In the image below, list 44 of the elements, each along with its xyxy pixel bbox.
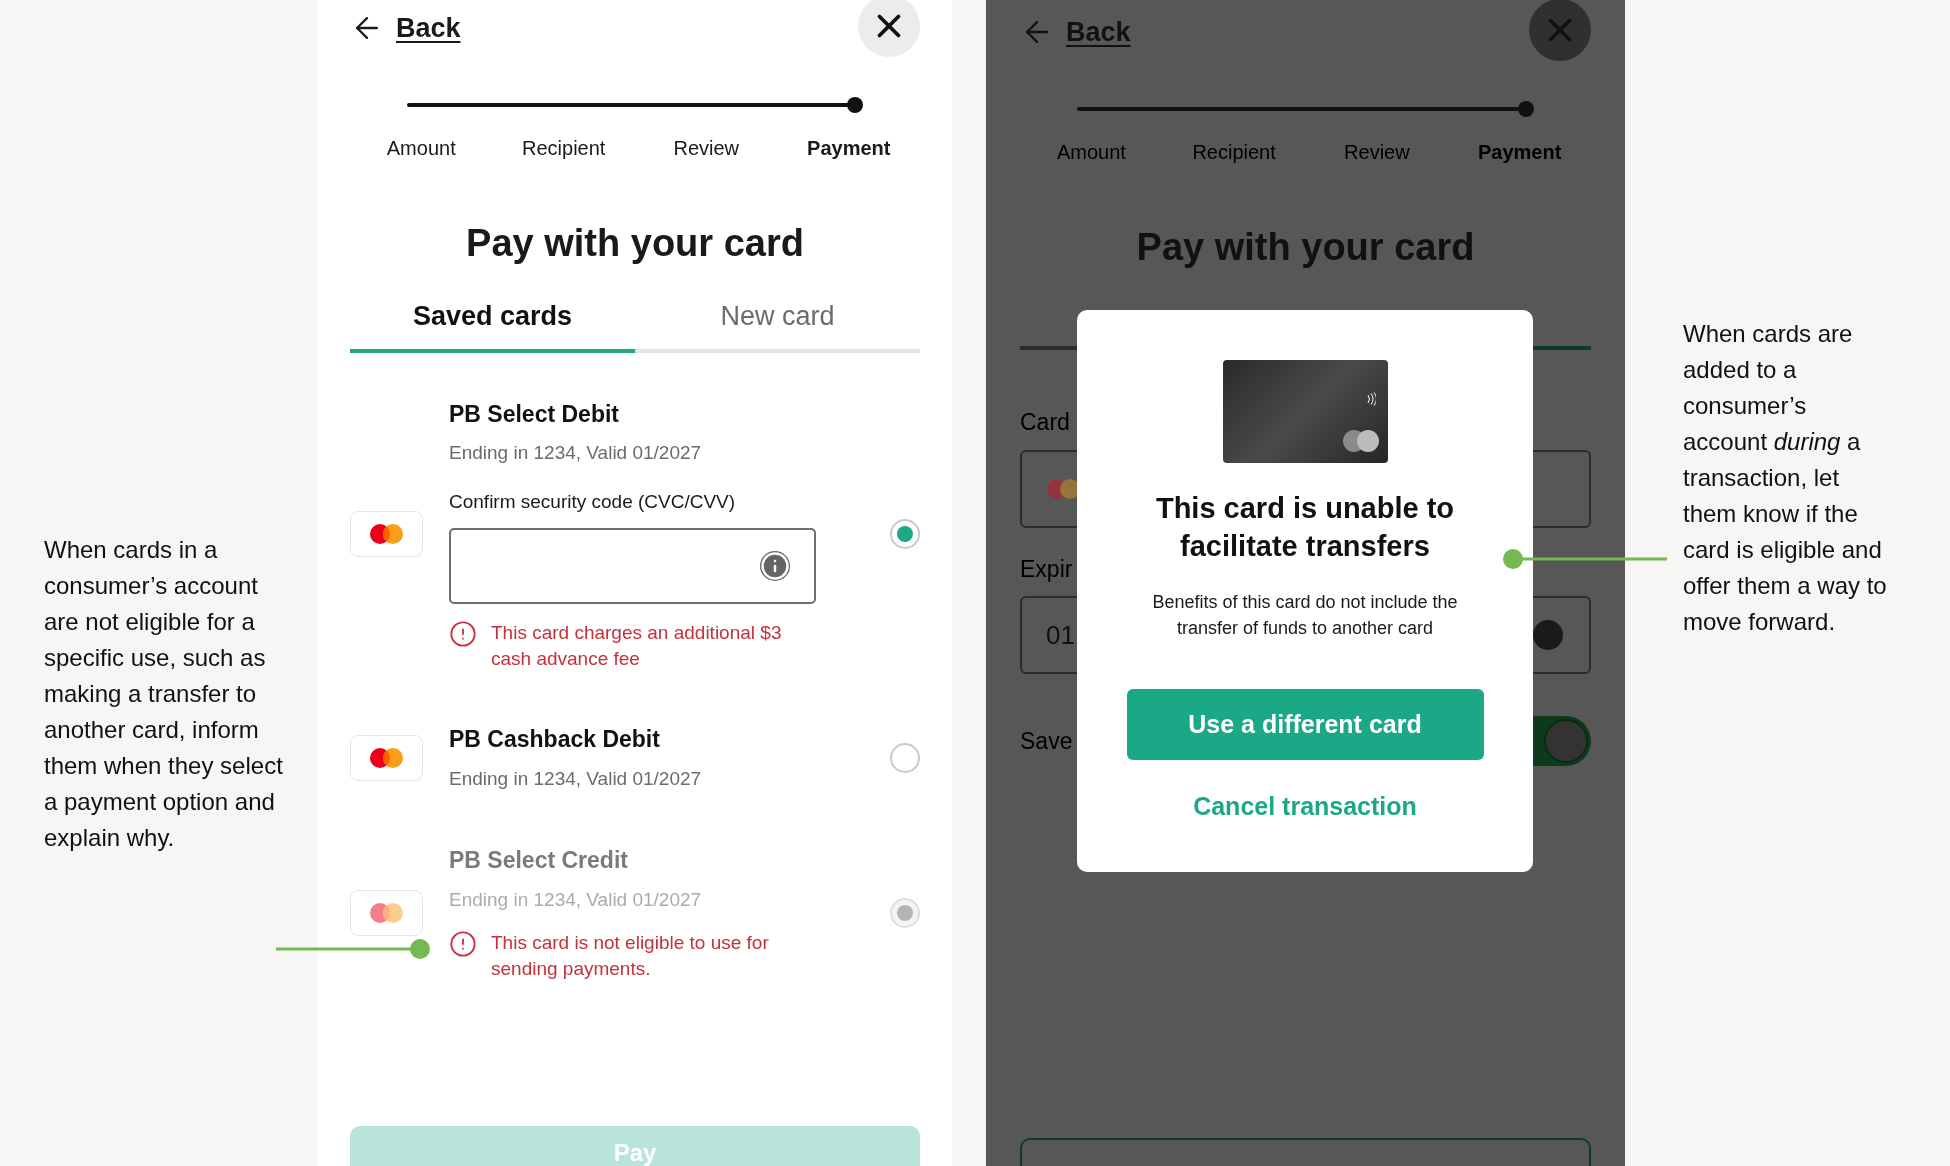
- card-details: Ending in 1234, Valid 01/2027: [449, 766, 703, 791]
- back-link[interactable]: Back: [350, 7, 461, 49]
- radio-button[interactable]: [890, 519, 920, 550]
- cancel-transaction-link[interactable]: Cancel transaction: [1193, 788, 1417, 826]
- mastercard-icon: [1341, 429, 1380, 453]
- step-label: Amount: [1055, 140, 1127, 165]
- radio-button[interactable]: [890, 742, 920, 773]
- alert-icon: [449, 620, 477, 648]
- field-label: Confirm security code (CVC/CVV): [449, 489, 737, 514]
- modal-message: Benefits of this card do not include the transfer of funds to another card: [1151, 591, 1459, 640]
- field-label: Card: [1020, 408, 1071, 437]
- modal-heading: This card is unable to facilitate transfers: [1154, 491, 1456, 564]
- expiry-value: 01: [1046, 618, 1075, 652]
- page-title: Pay with your card: [465, 221, 805, 266]
- warning-text: This card is not eligible to use for sending payments.: [491, 931, 770, 981]
- close-button[interactable]: [858, 0, 920, 57]
- warning-text: This card charges an additional $3 cash advance fee: [491, 621, 783, 671]
- card-name: PB Cashback Debit: [449, 725, 661, 754]
- step-label: Amount: [385, 136, 457, 161]
- card-name: PB Select Credit: [449, 846, 629, 875]
- page-title: Pay with your card: [1135, 225, 1476, 270]
- step-label: Recipient: [1191, 140, 1277, 165]
- alert-icon: [449, 930, 477, 958]
- card-name: PB Select Debit: [449, 399, 620, 429]
- annotation-text: When cards in a consumer’s account are not eligible for a specific use, such as making a transfer to another card, inform them when they select a payment option and explain why.: [44, 535, 284, 853]
- card-details: Ending in 1234, Valid 01/2027: [449, 887, 703, 912]
- tab[interactable]: New card: [635, 296, 920, 353]
- step-label: Payment: [806, 136, 892, 161]
- contactless-icon: [1365, 392, 1376, 406]
- use-different-card-button[interactable]: Use a different card: [1126, 689, 1484, 760]
- save-label: Save: [1020, 726, 1073, 756]
- step-label: Recipient: [521, 136, 607, 161]
- step-label: Payment: [1476, 140, 1563, 165]
- tab[interactable]: Saved cards: [350, 296, 635, 353]
- mastercard-icon: [368, 523, 405, 546]
- annotation-text: When cards are added to a consumer’s account during a transaction, let them know if the card is eligible and offer them a way to move forward.: [1683, 319, 1888, 637]
- card-details: Ending in 1234, Valid 01/2027: [449, 441, 703, 465]
- mastercard-icon: [368, 901, 405, 924]
- step-label: Review: [672, 136, 741, 161]
- field-label: Expir: [1020, 554, 1074, 584]
- security-code-field[interactable]: [449, 528, 816, 604]
- mastercard-icon: [368, 746, 405, 769]
- step-label: Review: [1343, 140, 1411, 165]
- back-link[interactable]: Back: [1020, 11, 1131, 53]
